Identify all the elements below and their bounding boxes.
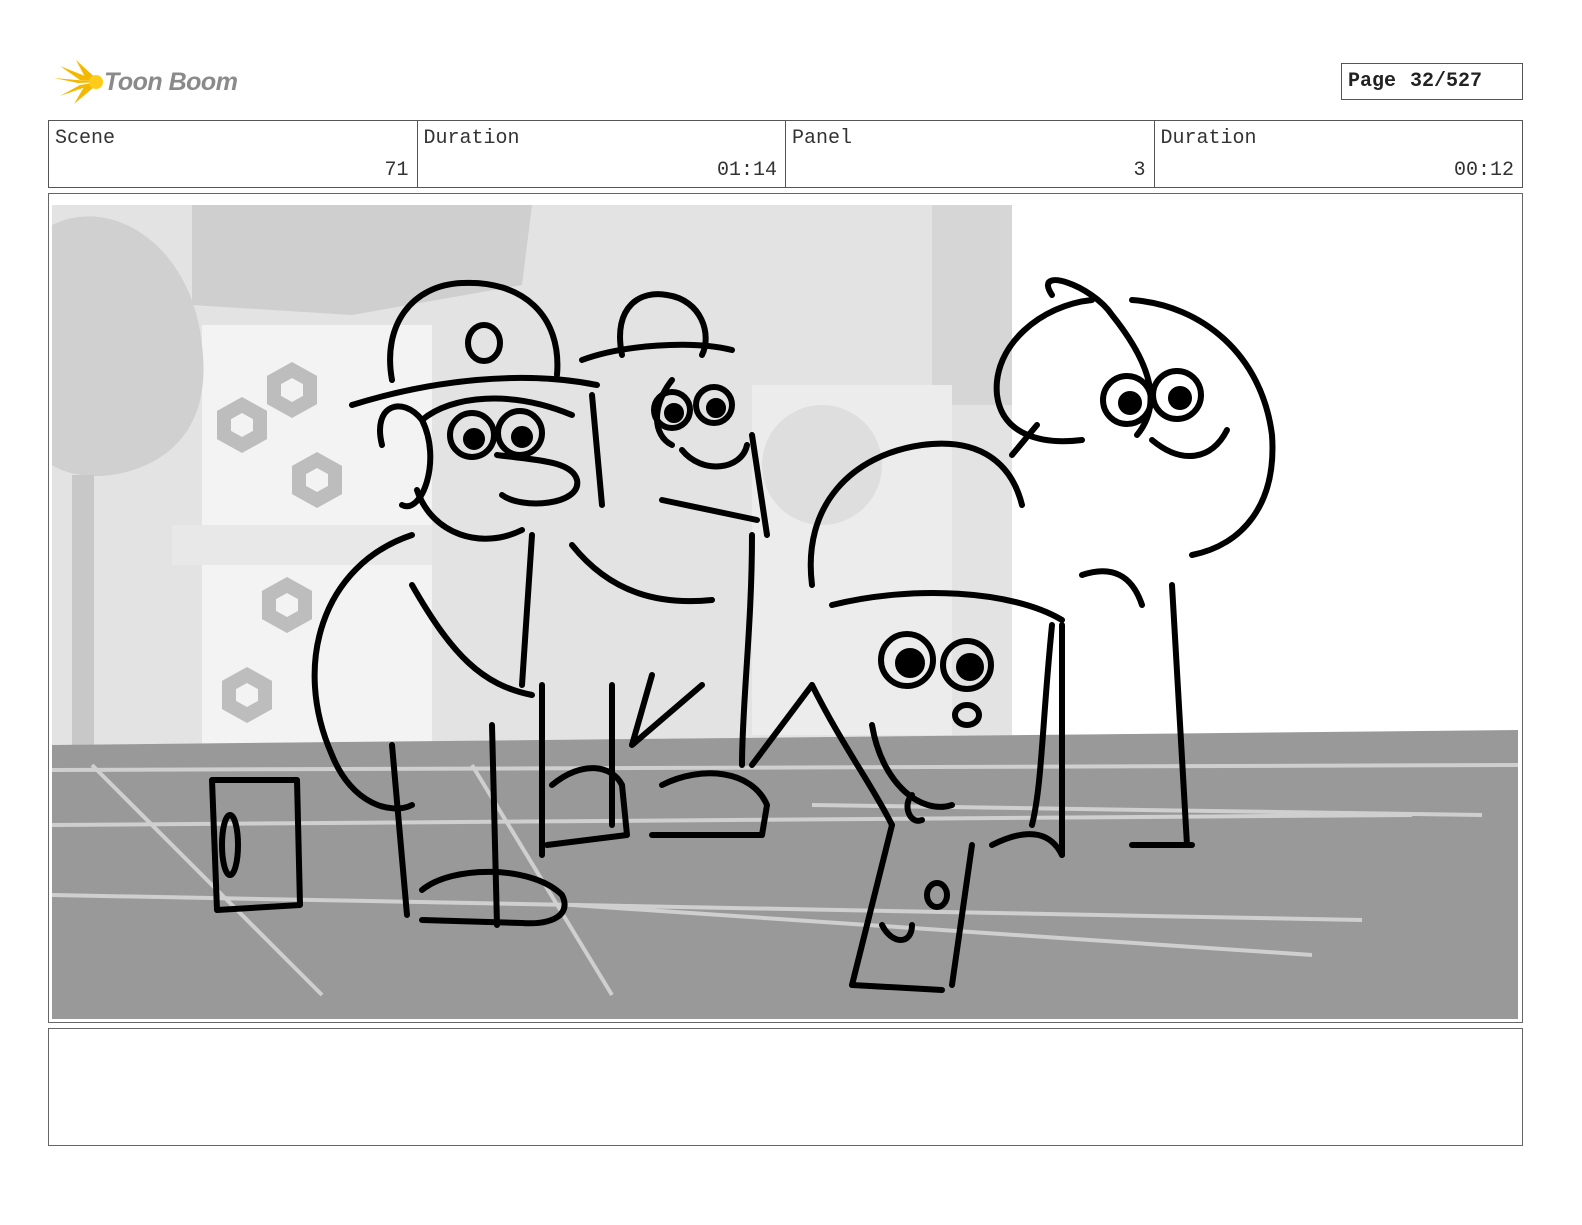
page-indicator: Page 32/527: [1341, 63, 1523, 100]
scene-info-bar: Scene 71 Duration 01:14 Panel 3 Duration…: [48, 120, 1523, 188]
scene-label: Scene: [55, 127, 116, 150]
scene-duration-value: 01:14: [716, 159, 777, 182]
sunburst-logo-icon: [54, 60, 103, 104]
storyboard-sketch-image: [52, 205, 1518, 1019]
scene-cell: Scene 71: [49, 121, 418, 187]
panel-value: 3: [1133, 159, 1146, 182]
scene-value: 71: [384, 159, 409, 182]
page-value: 32/527: [1410, 70, 1483, 93]
storyboard-panel: [48, 193, 1523, 1023]
panel-duration-cell: Duration 00:12: [1155, 121, 1523, 187]
panel-duration-label: Duration: [1160, 127, 1257, 150]
panel-notes-box: [48, 1028, 1523, 1146]
scene-duration-label: Duration: [423, 127, 520, 150]
scene-duration-cell: Duration 01:14: [418, 121, 786, 187]
toon-boom-logo: Toon Boom: [52, 56, 252, 108]
logo-text: Toon Boom: [104, 67, 238, 96]
floor-plane: [52, 730, 1518, 1019]
panel-cell: Panel 3: [786, 121, 1155, 187]
panel-label: Panel: [792, 127, 853, 150]
page-label: Page: [1348, 70, 1397, 93]
panel-duration-value: 00:12: [1453, 159, 1514, 182]
